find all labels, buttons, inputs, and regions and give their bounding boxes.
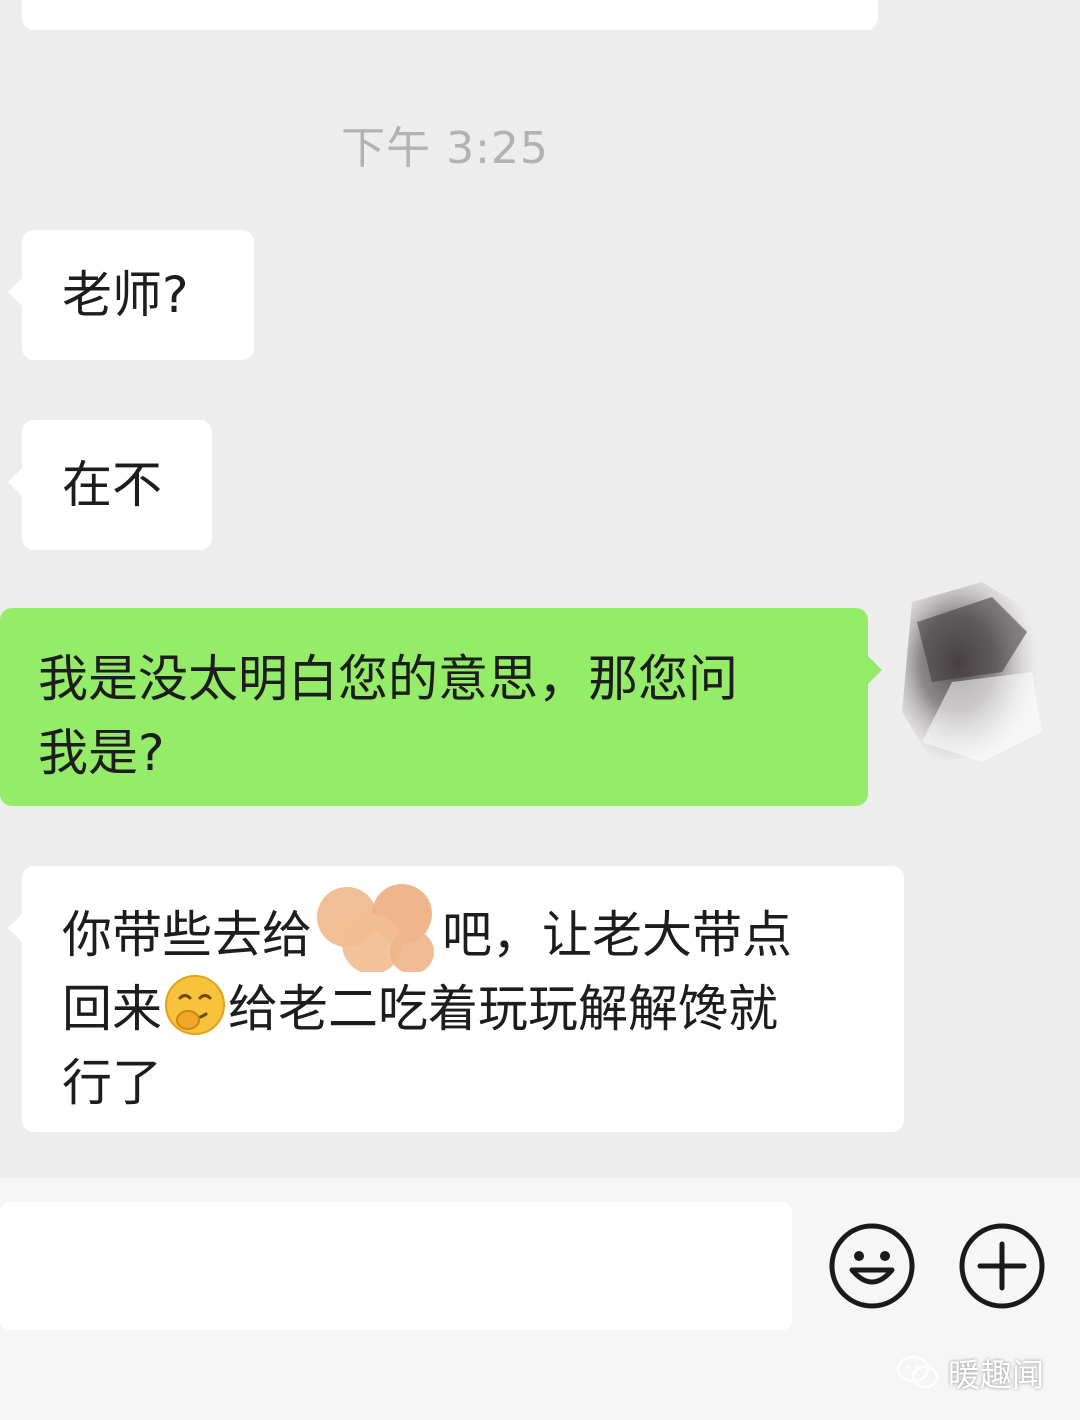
message-text: 在不: [62, 456, 162, 514]
bubble-tail: [8, 468, 22, 496]
bubble-tail: [8, 914, 22, 942]
incoming-message-bubble[interactable]: 老师?: [8, 230, 254, 360]
message-text-segment: 吧，让老大带点: [442, 906, 792, 964]
message-text: 老师?: [62, 266, 189, 324]
incoming-message-bubble[interactable]: 你带些去给 吧，让老大带点 回来 给老二吃着玩玩解解馋就 行了: [8, 866, 904, 1132]
redacted-avatar[interactable]: [892, 562, 1052, 772]
message-text-line-2: 回来 给老二吃着玩玩解解馋就: [62, 972, 904, 1046]
input-bar: 暖趣闻: [0, 1178, 1080, 1420]
wechat-icon: [896, 1355, 939, 1389]
message-text-line-1: 我是没太明白您的意思，那您问: [38, 650, 738, 708]
outgoing-message-bubble[interactable]: 我是没太明白您的意思，那您问 我是?: [0, 608, 882, 806]
bubble-tail: [868, 656, 882, 684]
watermark: 暖趣闻: [896, 1350, 1044, 1396]
incoming-message-bubble[interactable]: 在不: [8, 420, 212, 550]
message-text-line-2: 我是?: [38, 724, 165, 782]
watermark-text: 暖趣闻: [947, 1356, 1044, 1394]
message-text-segment: 给老二吃着玩玩解解馋就: [228, 980, 778, 1038]
thinking-face-emoji-icon: [165, 975, 225, 1035]
bubble-tail: [8, 278, 22, 306]
smiley-face-icon[interactable]: [828, 1222, 916, 1310]
message-timestamp: 下午 3:25: [341, 123, 549, 174]
redacted-name-blob: [312, 884, 442, 972]
message-text-segment: 回来: [62, 980, 162, 1038]
message-text-segment: 你带些去给: [62, 906, 312, 964]
plus-circle-icon[interactable]: [958, 1222, 1046, 1310]
message-text-line-3: 行了: [62, 1054, 162, 1112]
message-text-line-1: 你带些去给 吧，让老大带点: [62, 884, 904, 972]
previous-message-bubble[interactable]: [22, 0, 878, 30]
chat-area[interactable]: 下午 3:25 老师? 在不 我是没太明白您的意思，那您问 我是? 你带些去给 …: [0, 0, 1080, 1178]
message-input[interactable]: [0, 1202, 792, 1330]
